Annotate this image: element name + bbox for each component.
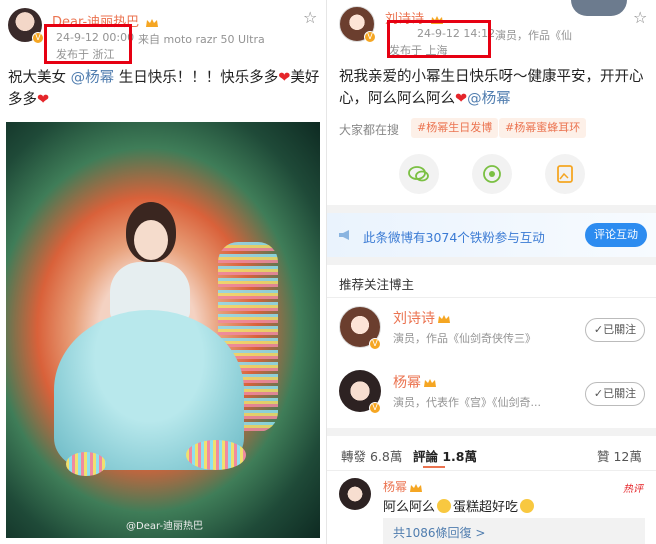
replies-box[interactable]: 共1086條回復 >: [383, 518, 645, 544]
verified-badge-icon-rec1: V: [369, 338, 381, 350]
comment-avatar[interactable]: [339, 478, 371, 510]
mention-link-right[interactable]: @杨幂: [467, 91, 511, 107]
separator: [327, 205, 656, 213]
favorite-star-icon[interactable]: ☆: [303, 8, 317, 27]
verified-badge-icon: V: [32, 32, 44, 44]
text-prefix: 祝大美女: [8, 70, 66, 86]
repost-tab[interactable]: 轉發 6.8萬: [341, 446, 402, 465]
crown-icon: [146, 18, 159, 27]
post-text: 祝大美女 @杨幂 生日快乐！！！快乐多多❤美好多多❤: [8, 67, 320, 111]
hot-tag-1[interactable]: #杨幂生日发博: [411, 118, 499, 138]
recommend-title: 推荐关注博主: [339, 277, 415, 292]
recommend-name-2-text[interactable]: 杨幂: [393, 375, 421, 391]
save-image-button[interactable]: [545, 154, 585, 194]
yum-emoji-icon: [520, 499, 535, 513]
replies-link[interactable]: 共1086條回復 >: [393, 524, 485, 541]
hot-comment-badge: 热评: [623, 484, 643, 495]
comment-text-suffix: 蛋糕超好吃: [453, 500, 519, 515]
post-device[interactable]: 来自 moto razr 50 Ultra: [138, 31, 265, 47]
megaphone-icon: [339, 230, 349, 240]
left-weibo-post: V Dear-迪丽热巴 24-9-12 00:00 来自 moto razr 5…: [0, 0, 326, 544]
search-label: 大家都在搜: [339, 123, 400, 137]
crown-icon-rec1: [438, 315, 450, 323]
kiss-emoji-icon: [437, 499, 452, 513]
wechat-icon: [408, 166, 429, 182]
right-weibo-post: V 刘诗诗 ☆ 24-9-12 14:12 演员，作品《仙 发布于 上海 祝我亲…: [326, 0, 656, 544]
verified-badge-icon-right: V: [364, 31, 376, 43]
highlight-box-right: [387, 20, 491, 58]
divider: [327, 297, 656, 298]
crown-icon-rec2: [424, 379, 436, 387]
comment-author-text[interactable]: 杨幂: [383, 480, 407, 494]
comment-author[interactable]: 杨幂: [383, 478, 423, 495]
post-meta-tail[interactable]: 演员，作品《仙: [495, 27, 572, 43]
recommend-name-1[interactable]: 刘诗诗: [393, 308, 451, 328]
decoration-boat-icon: [571, 0, 627, 16]
text-line1: 祝我亲爱的小幂生日快乐呀～健康平安，开开心: [339, 69, 644, 85]
follow-button-2[interactable]: ✓已關注: [585, 382, 645, 406]
photo-watermark: @Dear-迪丽热巴: [126, 521, 204, 532]
favorite-star-icon-right[interactable]: ☆: [633, 8, 647, 27]
separator-3: [327, 428, 656, 436]
image-save-icon: [557, 165, 573, 183]
recommend-desc-2: 演员，代表作《宫》《仙剑奇...: [393, 396, 541, 409]
mention-link[interactable]: @杨幂: [71, 70, 115, 86]
like-tab[interactable]: 贊 12萬: [597, 446, 642, 465]
comment-interact-button[interactable]: 评论互动: [585, 223, 647, 247]
recommend-desc-1: 演员，作品《仙剑奇侠传三》: [393, 332, 536, 345]
recommend-name-1-text[interactable]: 刘诗诗: [393, 311, 435, 327]
comment-tab-underline: [423, 466, 445, 468]
moments-icon: [483, 165, 501, 183]
post-photo[interactable]: @Dear-迪丽热巴: [6, 122, 320, 538]
text-suffix: 生日快乐！！！快乐多多: [114, 70, 279, 86]
highlight-box: [44, 24, 132, 64]
verified-badge-icon-rec2: V: [369, 402, 381, 414]
interact-banner-text: 此条微博有3074个铁粉参与互动: [363, 230, 545, 245]
heart-emoji-icon-right: ❤: [455, 91, 468, 107]
recommend-name-2[interactable]: 杨幂: [393, 372, 437, 392]
comment-tab[interactable]: 評論 1.8萬: [413, 446, 477, 465]
interact-banner: 此条微博有3074个铁粉参与互动 评论互动: [327, 213, 656, 257]
post-text-right: 祝我亲爱的小幂生日快乐呀～健康平安，开开心 心，阿么阿么阿么❤@杨幂: [339, 66, 651, 110]
follow-button-1[interactable]: ✓已關注: [585, 318, 645, 342]
comment-text-prefix: 阿么阿么: [383, 500, 436, 515]
share-wechat-button[interactable]: [399, 154, 439, 194]
heart-emoji-icon: ❤: [278, 70, 291, 86]
text-line2: 心，阿么阿么阿么: [339, 91, 455, 107]
separator-2: [327, 257, 656, 265]
share-moments-button[interactable]: [472, 154, 512, 194]
divider-2: [327, 470, 656, 471]
crown-icon-comment: [410, 483, 423, 492]
comment-text: 阿么阿么 蛋糕超好吃: [383, 496, 535, 515]
hot-tag-2[interactable]: #杨幂蜜蜂耳环: [499, 118, 587, 138]
heart-emoji-icon-2: ❤: [37, 92, 50, 108]
